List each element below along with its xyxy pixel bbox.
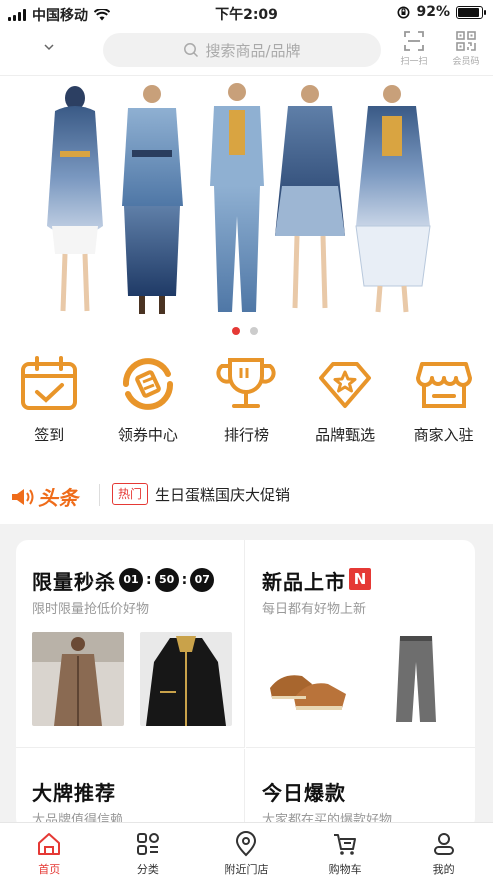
headline-text[interactable]: 生日蛋糕国庆大促销: [155, 484, 290, 505]
tab-label: 首页: [38, 863, 61, 876]
top-header: 搜索商品/品牌 扫一扫 会员码: [0, 26, 493, 76]
countdown-minutes: 50: [154, 568, 179, 592]
headline-ticker[interactable]: 头条 热门 生日蛋糕国庆大促销: [0, 476, 493, 512]
pagination-dot[interactable]: [250, 327, 258, 335]
tab-label: 我的: [432, 863, 455, 876]
model-figure-1: [47, 86, 103, 312]
cart-icon: [334, 834, 357, 855]
member-code-label: 会员码: [452, 57, 480, 67]
tab-profile[interactable]: 我的: [394, 823, 493, 879]
tab-home[interactable]: 首页: [0, 823, 99, 879]
quick-nav-sign-in[interactable]: 签到: [0, 352, 99, 452]
product-thumb-shoes[interactable]: [262, 632, 354, 726]
promo-cards: 限量秒杀 01 : 50 : 07 限时限量抢低价好物 新品上市 N 每日都有好…: [16, 540, 475, 830]
countdown-timer: 01 : 50 : 07: [119, 568, 215, 592]
member-code-button[interactable]: 会员码: [446, 29, 486, 67]
model-figure-5: [355, 85, 431, 313]
tab-cart[interactable]: 购物车: [296, 823, 395, 879]
model-figure-4: [275, 85, 345, 309]
coupon-icon: [122, 358, 173, 410]
diamond-star-icon: [319, 362, 372, 408]
product-thumb-coat[interactable]: [32, 632, 124, 726]
scan-icon: [404, 31, 424, 51]
banner-carousel[interactable]: [0, 76, 493, 350]
quick-nav-label: 品牌甄选: [315, 426, 376, 444]
scan-label: 扫一扫: [400, 57, 428, 67]
status-bar: 中国移动 下午2:09 92%: [0, 0, 493, 26]
model-figure-2: [122, 85, 183, 314]
status-right: 92%: [397, 4, 486, 20]
brand-recommend-card[interactable]: 大牌推荐 大品牌值得信赖: [16, 749, 245, 830]
quick-nav-merchant-join[interactable]: 商家入驻: [394, 352, 493, 452]
tab-label: 购物车: [328, 863, 362, 876]
bottom-tab-bar: 首页 分类 附近门店 购物车 我的: [0, 822, 493, 879]
brand-recommend-title: 大牌推荐: [32, 781, 116, 805]
quick-nav-coupon-center[interactable]: 领券中心: [99, 352, 198, 452]
tab-label: 附近门店: [224, 863, 269, 876]
new-arrivals-title: 新品上市: [262, 570, 346, 594]
pagination-dot[interactable]: [232, 327, 240, 335]
flash-sale-card[interactable]: 限量秒杀 01 : 50 : 07 限时限量抢低价好物: [16, 540, 245, 748]
battery-level: [458, 7, 480, 17]
countdown-colon: :: [146, 572, 152, 588]
trophy-icon: [216, 358, 277, 408]
quick-nav-label: 商家入驻: [413, 426, 474, 444]
battery-icon: [456, 5, 486, 19]
banner-fashion-image: [47, 83, 431, 314]
calendar-check-icon: [21, 356, 78, 410]
quick-nav-label: 领券中心: [117, 426, 178, 444]
new-badge: N: [349, 568, 371, 590]
tab-nearby-stores[interactable]: 附近门店: [197, 823, 296, 879]
hot-tag: 热门: [112, 483, 149, 505]
hot-today-title: 今日爆款: [262, 781, 346, 805]
scan-button[interactable]: 扫一扫: [394, 29, 434, 67]
home-icon: [38, 833, 61, 855]
quick-nav-ranking[interactable]: 排行榜: [197, 352, 296, 452]
quick-nav-label: 排行榜: [223, 426, 269, 444]
storefront-icon: [415, 362, 472, 408]
countdown-hours: 01: [119, 568, 143, 592]
model-figure-3: [210, 83, 264, 312]
new-arrivals-card[interactable]: 新品上市 N 每日都有好物上新: [246, 540, 475, 748]
product-thumb-trousers[interactable]: [370, 632, 462, 726]
banner-pagination: [232, 327, 258, 335]
speaker-icon: [12, 488, 34, 505]
headline-divider: [99, 484, 100, 506]
battery-percent: 92%: [416, 4, 450, 20]
orientation-lock-icon: [397, 6, 410, 18]
countdown-colon: :: [181, 572, 188, 588]
quick-nav-label: 签到: [34, 426, 65, 444]
quick-nav-brand-select[interactable]: 品牌甄选: [296, 352, 395, 452]
search-placeholder: 搜索商品/品牌: [205, 41, 301, 60]
countdown-seconds: 07: [190, 568, 215, 592]
qr-code-icon: [456, 31, 476, 51]
flash-sale-subtitle: 限时限量抢低价好物: [32, 602, 150, 617]
new-arrivals-subtitle: 每日都有好物上新: [262, 602, 367, 617]
headline-logo: 头条: [10, 482, 78, 511]
chevron-down-icon[interactable]: [42, 40, 56, 54]
home-screen: 中国移动 下午2:09 92% 搜索商品/品牌 扫一扫 会员码 签到 领券中心 …: [0, 0, 493, 879]
headline-logo-text: 头条: [38, 486, 78, 510]
hot-today-card[interactable]: 今日爆款 大家都在买的爆款好物: [246, 749, 475, 830]
search-icon: [184, 43, 199, 58]
flash-sale-title: 限量秒杀: [32, 570, 116, 594]
tab-category[interactable]: 分类: [99, 823, 198, 879]
user-icon: [433, 833, 454, 855]
search-input[interactable]: 搜索商品/品牌: [103, 33, 381, 67]
quick-nav: 签到 领券中心 排行榜 品牌甄选 商家入驻: [0, 352, 493, 452]
location-pin-icon: [236, 831, 257, 857]
category-icon: [136, 833, 159, 855]
tab-label: 分类: [136, 863, 159, 876]
product-thumb-jacket[interactable]: [140, 632, 232, 726]
